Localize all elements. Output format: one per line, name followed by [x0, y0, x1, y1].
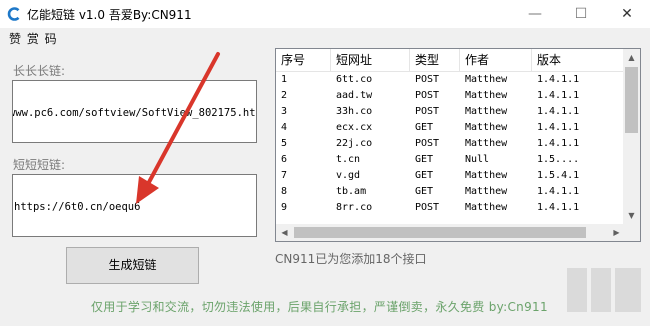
table-cell: POST: [415, 106, 440, 117]
site-watermark-logo: [567, 268, 641, 312]
table-cell: GET: [415, 170, 434, 181]
table-cell: 1.4.1.1: [537, 74, 580, 85]
scroll-left-icon[interactable]: ◀: [276, 224, 293, 241]
table-cell: tb.am: [336, 186, 367, 197]
table-cell: Matthew: [465, 122, 508, 133]
table-cell: 22j.co: [336, 138, 373, 149]
table-cell: 1.4.1.1: [537, 90, 580, 101]
table-cell: aad.tw: [336, 90, 373, 101]
table-row[interactable]: 8 tb.am GET Matthew 1.4.1.1: [276, 184, 626, 200]
table-row[interactable]: 6 t.cn GET Null 1.5....: [276, 152, 626, 168]
table-row[interactable]: 7 v.gd GET Matthew 1.5.4.1: [276, 168, 626, 184]
table-header: 序号 短网址 类型 作者 版本: [276, 49, 626, 72]
table-cell: Matthew: [465, 170, 508, 181]
table-cell: 6tt.co: [336, 74, 373, 85]
table-cell: 1.4.1.1: [537, 186, 580, 197]
table-row[interactable]: 4 ecx.cx GET Matthew 1.4.1.1: [276, 120, 626, 136]
horizontal-scrollbar[interactable]: ◀ ▶: [276, 224, 625, 241]
table-row[interactable]: 2 aad.tw POST Matthew 1.4.1.1: [276, 88, 626, 104]
table-cell: Matthew: [465, 74, 508, 85]
table-cell: Matthew: [465, 186, 508, 197]
table-cell: 1.4.1.1: [537, 122, 580, 133]
table-cell: GET: [415, 154, 434, 165]
table-cell: Matthew: [465, 138, 508, 149]
table-row[interactable]: 9 8rr.co POST Matthew 1.4.1.1: [276, 200, 626, 216]
table-cell: GET: [415, 122, 434, 133]
vertical-scroll-thumb[interactable]: [625, 67, 638, 133]
column-header[interactable]: 短网址: [331, 49, 410, 71]
column-header[interactable]: 作者: [460, 49, 532, 71]
table-row[interactable]: 1 6tt.co POST Matthew 1.4.1.1: [276, 72, 626, 88]
table-cell: Null: [465, 154, 490, 165]
table-cell: 5: [281, 138, 288, 149]
table-cell: POST: [415, 90, 440, 101]
table-cell: 33h.co: [336, 106, 373, 117]
generate-short-link-button[interactable]: 生成短链: [66, 247, 199, 284]
table-cell: 3: [281, 106, 288, 117]
table-cell: 1: [281, 74, 288, 85]
footer-disclaimer: 仅用于学习和交流，切勿违法使用，后果自行承担，严谨倒卖，永久免费 by:Cn91…: [91, 300, 548, 314]
table-cell: Matthew: [465, 106, 508, 117]
table-row[interactable]: 5 22j.co POST Matthew 1.4.1.1: [276, 136, 626, 152]
table-cell: ecx.cx: [336, 122, 373, 133]
table-cell: GET: [415, 186, 434, 197]
table-cell: 2: [281, 90, 288, 101]
table-cell: 8rr.co: [336, 202, 373, 213]
table-cell: 1.4.1.1: [537, 106, 580, 117]
table-cell: POST: [415, 138, 440, 149]
table-cell: 7: [281, 170, 288, 181]
interface-table[interactable]: 序号 短网址 类型 作者 版本 1 6tt.co POST Matthew 1.4.1.…: [275, 48, 641, 242]
column-header[interactable]: 序号: [276, 49, 331, 71]
table-cell: 1.4.1.1: [537, 202, 580, 213]
table-cell: 1.5....: [537, 154, 580, 165]
column-header[interactable]: 版本: [532, 49, 626, 71]
table-cell: POST: [415, 74, 440, 85]
scrollbar-corner: [623, 224, 640, 241]
table-cell: 9: [281, 202, 288, 213]
table-cell: POST: [415, 202, 440, 213]
table-cell: t.cn: [336, 154, 361, 165]
table-cell: 1.4.1.1: [537, 138, 580, 149]
table-cell: Matthew: [465, 202, 508, 213]
scroll-down-icon[interactable]: ▼: [623, 207, 640, 224]
table-cell: 6: [281, 154, 288, 165]
scroll-up-icon[interactable]: ▲: [623, 49, 640, 66]
table-cell: 1.5.4.1: [537, 170, 580, 181]
table-cell: v.gd: [336, 170, 361, 181]
horizontal-scroll-thumb[interactable]: [294, 227, 586, 238]
vertical-scrollbar[interactable]: ▲ ▼: [623, 49, 640, 224]
table-cell: Matthew: [465, 90, 508, 101]
table-cell: 8: [281, 186, 288, 197]
table-row[interactable]: 3 33h.co POST Matthew 1.4.1.1: [276, 104, 626, 120]
column-header[interactable]: 类型: [410, 49, 460, 71]
table-cell: 4: [281, 122, 288, 133]
status-text: CN911已为您添加18个接口: [275, 252, 427, 266]
